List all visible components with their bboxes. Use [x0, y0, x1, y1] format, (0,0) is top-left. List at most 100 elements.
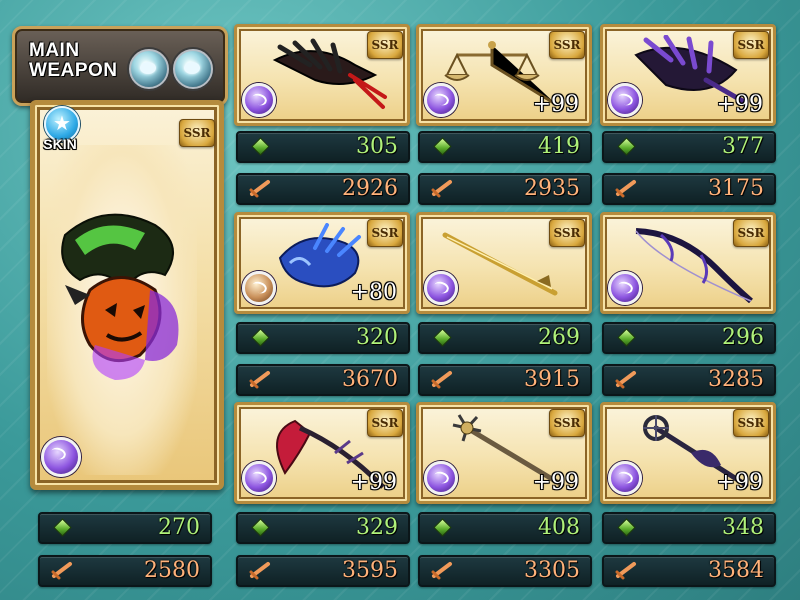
- atk-icon: [249, 180, 270, 198]
- hp-icon: [617, 328, 636, 347]
- hp-value: 419: [538, 134, 580, 159]
- hp-row: 305: [236, 131, 410, 163]
- hp-value: 296: [722, 325, 764, 350]
- main-hp-value: 270: [158, 515, 200, 540]
- grid-weapon-card[interactable]: SSR: [234, 24, 410, 126]
- atk-row: 3305: [418, 555, 592, 587]
- hp-value: 377: [722, 134, 764, 159]
- atk-row: 3584: [602, 555, 776, 587]
- main-atk-value: 2580: [144, 558, 200, 583]
- ssr-rarity-badge: SSR: [367, 219, 403, 247]
- hp-icon: [53, 518, 72, 537]
- main-atk-row: 2580: [38, 555, 212, 587]
- atk-value: 2926: [342, 176, 398, 201]
- ssr-rarity-badge: SSR: [179, 119, 215, 147]
- main-title-line2: WEAPON: [29, 60, 118, 81]
- main-weapon-banner: MAIN WEAPON: [12, 26, 228, 106]
- main-weapon-title: MAIN WEAPON: [29, 41, 118, 81]
- dark-element-icon: [41, 437, 81, 477]
- atk-icon: [51, 562, 72, 580]
- atk-value: 2935: [524, 176, 580, 201]
- plus-value: +99: [716, 92, 763, 117]
- atk-row: 2935: [418, 173, 592, 205]
- bronze-element-icon: [242, 271, 276, 305]
- dark-element-icon: [424, 83, 458, 117]
- hp-icon: [433, 518, 452, 537]
- atk-icon: [249, 371, 270, 389]
- plus-value: +80: [350, 280, 397, 305]
- ssr-rarity-badge: SSR: [549, 31, 585, 59]
- ssr-rarity-badge: SSR: [733, 409, 769, 437]
- ssr-rarity-badge: SSR: [549, 219, 585, 247]
- summon-orb-button-1[interactable]: [129, 49, 169, 89]
- summon-orb-button-2[interactable]: [173, 49, 213, 89]
- main-title-line1: MAIN: [29, 40, 80, 61]
- hp-icon: [433, 137, 452, 156]
- hp-row: 269: [418, 322, 592, 354]
- atk-row: 3595: [236, 555, 410, 587]
- grid-weapon-card[interactable]: SSR +99: [416, 24, 592, 126]
- hp-row: 408: [418, 512, 592, 544]
- atk-value: 3305: [524, 558, 580, 583]
- atk-icon: [615, 562, 636, 580]
- ssr-rarity-badge: SSR: [733, 31, 769, 59]
- plus-value: +99: [350, 470, 397, 495]
- atk-value: 3595: [342, 558, 398, 583]
- atk-value: 3915: [524, 367, 580, 392]
- ssr-rarity-badge: SSR: [367, 409, 403, 437]
- hp-value: 320: [356, 325, 398, 350]
- atk-icon: [431, 180, 452, 198]
- hp-icon: [617, 518, 636, 537]
- hp-value: 269: [538, 325, 580, 350]
- hp-icon: [433, 328, 452, 347]
- grid-weapon-card[interactable]: SSR +99: [600, 24, 776, 126]
- plus-value: +99: [716, 470, 763, 495]
- ssr-rarity-badge: SSR: [733, 219, 769, 247]
- skin-label: SKIN: [43, 136, 77, 152]
- plus-value: +99: [532, 470, 579, 495]
- dark-element-icon: [608, 271, 642, 305]
- atk-icon: [431, 562, 452, 580]
- atk-value: 3584: [708, 558, 764, 583]
- hp-row: 296: [602, 322, 776, 354]
- skin-button[interactable]: ★ SKIN: [36, 106, 86, 160]
- main-hp-row: 270: [38, 512, 212, 544]
- grid-weapon-card[interactable]: SSR +99: [234, 402, 410, 504]
- hp-icon: [251, 137, 270, 156]
- atk-icon: [615, 180, 636, 198]
- atk-value: 3175: [708, 176, 764, 201]
- atk-row: 3670: [236, 364, 410, 396]
- hp-row: 348: [602, 512, 776, 544]
- atk-value: 3670: [342, 367, 398, 392]
- grid-weapon-card[interactable]: SSR +99: [600, 402, 776, 504]
- hp-icon: [251, 328, 270, 347]
- atk-row: 2926: [236, 173, 410, 205]
- dark-element-icon: [608, 461, 642, 495]
- atk-row: 3175: [602, 173, 776, 205]
- ssr-rarity-badge: SSR: [367, 31, 403, 59]
- atk-icon: [431, 371, 452, 389]
- atk-value: 3285: [708, 367, 764, 392]
- grid-weapon-card[interactable]: SSR: [416, 212, 592, 314]
- grid-weapon-card[interactable]: SSR: [600, 212, 776, 314]
- hp-row: 320: [236, 322, 410, 354]
- hp-value: 408: [538, 515, 580, 540]
- grid-weapon-card[interactable]: SSR +99: [416, 402, 592, 504]
- hp-row: 419: [418, 131, 592, 163]
- grid-weapon-card[interactable]: SSR +80: [234, 212, 410, 314]
- atk-icon: [615, 371, 636, 389]
- atk-row: 3285: [602, 364, 776, 396]
- hp-value: 348: [722, 515, 764, 540]
- hp-icon: [617, 137, 636, 156]
- hp-icon: [251, 518, 270, 537]
- dark-element-icon: [242, 461, 276, 495]
- dark-element-icon: [242, 83, 276, 117]
- ssr-rarity-badge: SSR: [549, 409, 585, 437]
- hp-value: 329: [356, 515, 398, 540]
- hp-value: 305: [356, 134, 398, 159]
- hp-row: 329: [236, 512, 410, 544]
- dark-element-icon: [424, 271, 458, 305]
- atk-icon: [249, 562, 270, 580]
- dark-element-icon: [608, 83, 642, 117]
- main-weapon-art-icon: [61, 213, 179, 380]
